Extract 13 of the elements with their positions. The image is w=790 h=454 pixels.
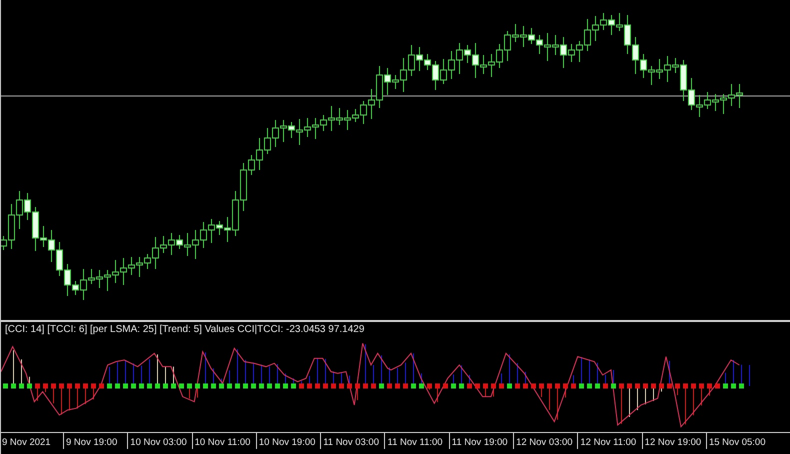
time-label: 12 Nov 03:00 bbox=[513, 433, 578, 449]
time-label: 10 Nov 03:00 bbox=[127, 433, 192, 449]
time-label: 9 Nov 2021 bbox=[1, 436, 52, 449]
indicator-legend: [CCI: 14] [TCCI: 6] [per LSMA: 25] [Trend: 5] Values CCI|TCCI: -23.0453 97.1429 bbox=[5, 324, 364, 336]
time-label: 11 Nov 03:00 bbox=[320, 433, 384, 449]
time-label: 9 Nov 19:00 bbox=[63, 433, 128, 449]
time-label: 10 Nov 11:00 bbox=[192, 433, 256, 449]
time-label: 10 Nov 19:00 bbox=[256, 433, 320, 449]
time-label: 12 Nov 11:00 bbox=[577, 433, 642, 449]
time-label: 11 Nov 19:00 bbox=[448, 433, 514, 449]
time-label: 15 Nov 05:00 bbox=[706, 433, 770, 449]
time-label: 11 Nov 11:00 bbox=[384, 433, 449, 449]
time-label: 12 Nov 19:00 bbox=[642, 433, 706, 449]
